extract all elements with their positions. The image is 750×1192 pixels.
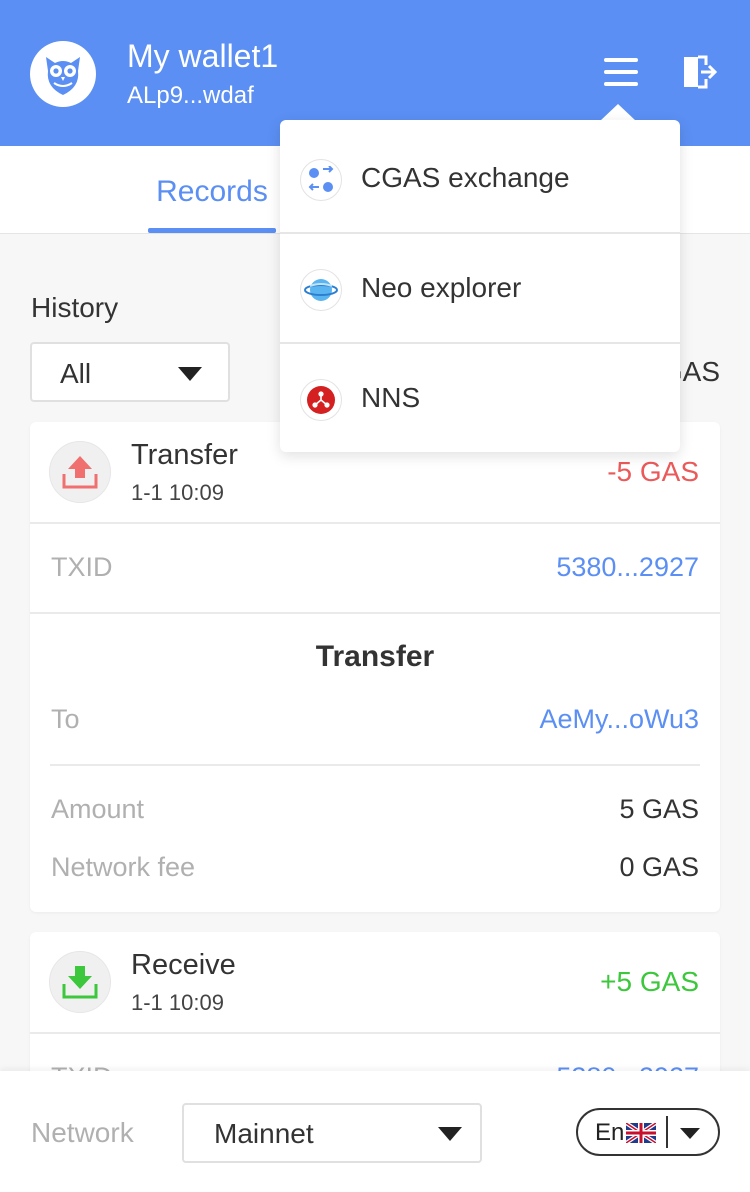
nns-logo-icon (300, 379, 342, 421)
record-type: Receive (131, 949, 236, 981)
menu-item-label: NNS (361, 382, 421, 413)
wallet-address[interactable]: ALp9...wdaf (127, 82, 254, 110)
record-amount: +5 GAS (600, 966, 699, 997)
owl-logo-icon (30, 41, 96, 107)
history-filter-select[interactable]: All (30, 342, 230, 402)
tab-records[interactable]: Records (148, 146, 276, 234)
menu-item-neo-explorer[interactable]: Neo explorer (280, 232, 680, 342)
fee-value: 0 GAS (619, 852, 699, 882)
filter-value: All (60, 358, 92, 389)
history-title: History (31, 292, 119, 323)
language-select[interactable]: En (576, 1108, 720, 1156)
divider (30, 522, 720, 524)
caret-down-icon (680, 1128, 700, 1139)
network-label: Network (31, 1117, 134, 1148)
caret-down-icon (178, 367, 202, 381)
to-address-link[interactable]: AeMy...oWu3 (539, 704, 699, 735)
wallet-name: My wallet1 (127, 38, 279, 74)
logout-icon[interactable] (681, 55, 718, 89)
popup-arrow (600, 104, 636, 121)
exchange-icon (300, 159, 342, 201)
active-tab-indicator (148, 228, 276, 233)
hamburger-menu-icon[interactable] (602, 56, 640, 88)
language-value: En (595, 1119, 625, 1146)
menu-item-label: CGAS exchange (361, 162, 570, 193)
txid-link[interactable]: 5380...2927 (556, 552, 699, 583)
divider (50, 764, 700, 766)
network-select[interactable]: Mainnet (182, 1103, 482, 1163)
upload-arrow-icon (49, 441, 111, 503)
divider (30, 1032, 720, 1034)
to-label: To (51, 704, 80, 734)
planet-icon (300, 269, 342, 311)
amount-label: Amount (51, 794, 145, 824)
caret-down-icon (438, 1127, 462, 1141)
record-card-transfer[interactable]: Transfer 1-1 10:09 -5 GAS TXID 5380...29… (30, 422, 720, 912)
uk-flag-icon (626, 1123, 656, 1143)
divider (30, 612, 720, 614)
record-amount: -5 GAS (607, 456, 699, 487)
network-value: Mainnet (214, 1118, 314, 1149)
download-arrow-icon (49, 951, 111, 1013)
amount-value: 5 GAS (619, 794, 699, 824)
menu-item-cgas-exchange[interactable]: CGAS exchange (280, 122, 680, 232)
record-time: 1-1 10:09 (131, 480, 224, 505)
menu-popup: CGAS exchange Neo explorer NNS (280, 120, 680, 452)
footer-bar: Network Mainnet En (0, 1071, 750, 1192)
divider (666, 1116, 668, 1148)
menu-item-nns[interactable]: NNS (280, 342, 680, 452)
fee-label: Network fee (51, 852, 196, 882)
detail-title: Transfer (315, 640, 435, 673)
record-time: 1-1 10:09 (131, 990, 224, 1015)
txid-label: TXID (51, 552, 113, 582)
record-type: Transfer (131, 439, 238, 471)
menu-item-label: Neo explorer (361, 272, 522, 303)
